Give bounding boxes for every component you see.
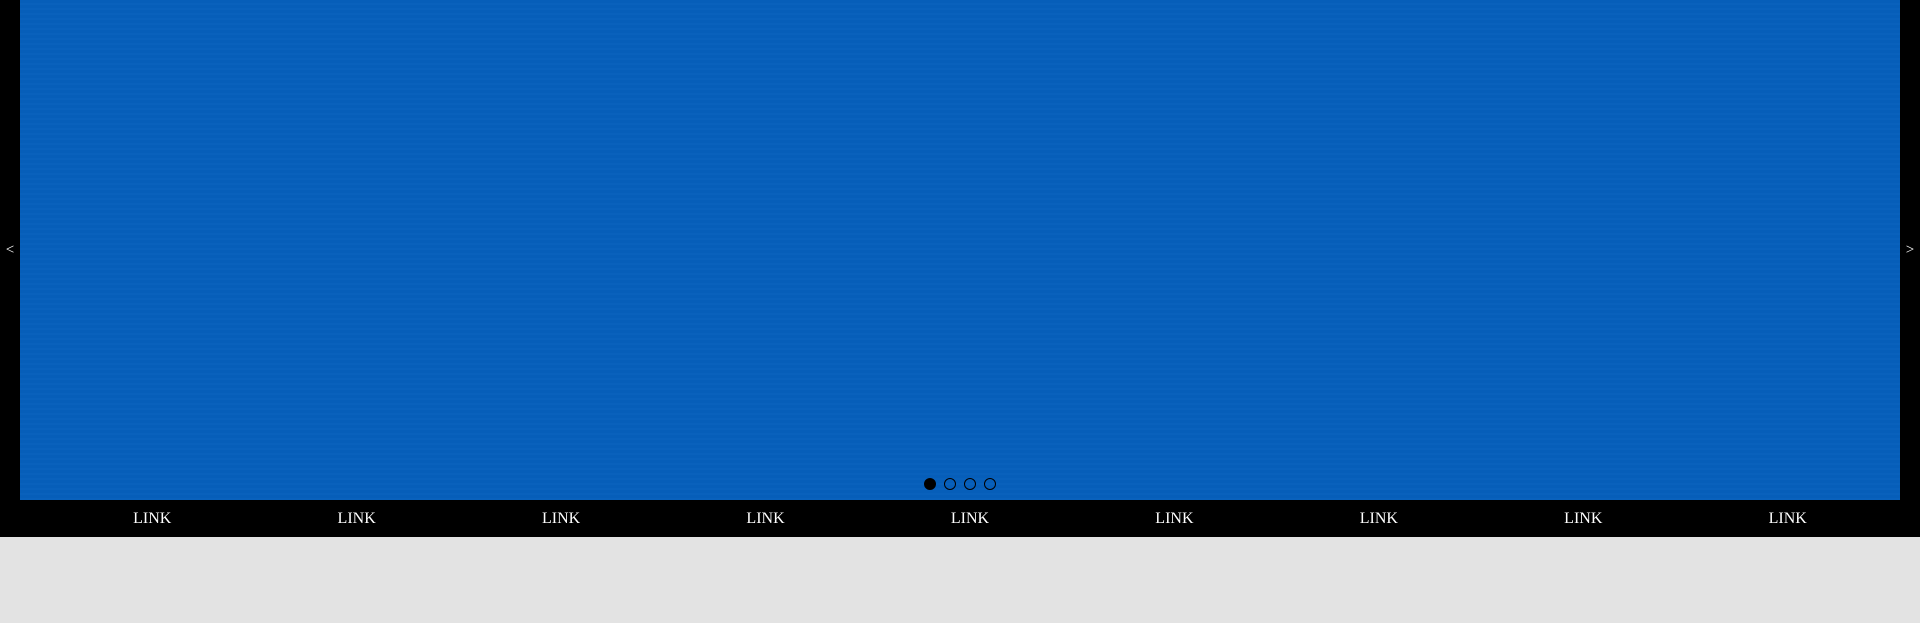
carousel-pagination [924,478,996,490]
carousel-prev-arrow-icon[interactable]: < [0,238,20,262]
image-carousel: < > [0,0,1920,500]
carousel-dot-4[interactable] [984,478,996,490]
carousel-slide-image[interactable] [20,0,1900,500]
nav-link-7[interactable]: LINK [1360,510,1398,528]
nav-link-4[interactable]: LINK [746,510,784,528]
carousel-dot-2[interactable] [944,478,956,490]
nav-link-9[interactable]: LINK [1769,510,1807,528]
nav-link-2[interactable]: LINK [338,510,376,528]
link-bar: LINK LINK LINK LINK LINK LINK LINK LINK … [0,500,1920,537]
nav-link-1[interactable]: LINK [133,510,171,528]
nav-link-3[interactable]: LINK [542,510,580,528]
carousel-dot-3[interactable] [964,478,976,490]
nav-link-8[interactable]: LINK [1564,510,1602,528]
nav-link-5[interactable]: LINK [951,510,989,528]
nav-link-6[interactable]: LINK [1155,510,1193,528]
carousel-dot-1[interactable] [924,478,936,490]
carousel-next-arrow-icon[interactable]: > [1900,238,1920,262]
